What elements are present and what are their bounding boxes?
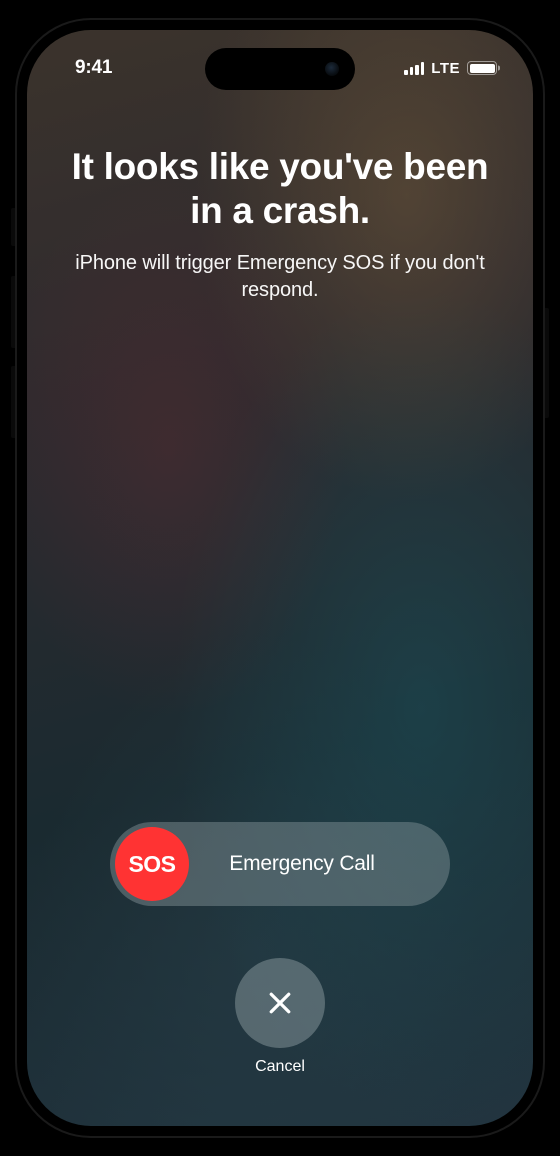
iphone-frame: 9:41 LTE It looks like you've been in a …: [15, 18, 545, 1138]
close-icon: [265, 988, 295, 1018]
volume-up-button: [11, 276, 15, 348]
sos-thumb-label: SOS: [128, 851, 175, 878]
dynamic-island: [205, 48, 355, 90]
status-indicators: LTE: [404, 60, 497, 77]
crash-subheadline: iPhone will trigger Emergency SOS if you…: [57, 250, 503, 304]
power-button: [545, 308, 549, 418]
cellular-signal-icon: [404, 62, 424, 75]
cancel-button[interactable]: [235, 958, 325, 1048]
cancel-label: Cancel: [255, 1058, 305, 1076]
network-type-label: LTE: [431, 60, 460, 77]
silent-switch: [11, 208, 15, 246]
screen: 9:41 LTE It looks like you've been in a …: [27, 30, 533, 1126]
volume-down-button: [11, 366, 15, 438]
cancel-area: Cancel: [235, 958, 325, 1076]
status-time: 9:41: [75, 57, 112, 79]
battery-icon: [467, 61, 497, 75]
crash-headline: It looks like you've been in a crash.: [57, 145, 503, 232]
sos-slider-thumb[interactable]: SOS: [115, 827, 189, 901]
crash-alert-content: It looks like you've been in a crash. iP…: [27, 145, 533, 304]
emergency-call-slider[interactable]: SOS Emergency Call: [110, 822, 450, 906]
slider-track-label: Emergency Call: [189, 852, 445, 876]
